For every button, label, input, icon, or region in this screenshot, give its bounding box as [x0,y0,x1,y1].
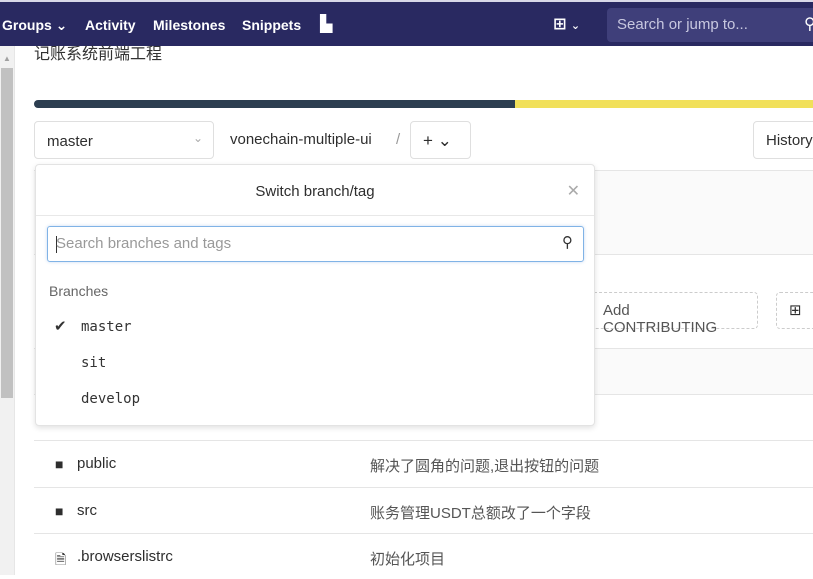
add-file-button[interactable]: + ⌄ [410,121,471,159]
file-name[interactable]: public [77,455,116,472]
close-icon[interactable]: ✕ [567,181,580,201]
commit-message[interactable]: 账务管理USDT总额改了一个字段 [370,502,591,523]
history-button[interactable]: History [753,121,813,159]
check-icon: ✔ [54,318,67,335]
branches-section-label: Branches [49,283,109,299]
project-description: 记账系统前端工程 [34,46,163,63]
search-icon: ⚲ [562,234,573,251]
folder-icon: ■ [55,503,64,519]
folder-icon: ■ [55,456,64,472]
table-row[interactable]: ■ src 账务管理USDT总额改了一个字段 [34,487,813,533]
search-icon: ⚲ [804,16,813,33]
branch-item-sit[interactable]: sit [81,355,106,371]
branch-select-value: master [47,133,93,150]
table-row[interactable]: 🗎 .browserslistrc 初始化项目 [34,533,813,579]
file-icon: 🗎 [55,551,67,567]
language-bar-vue[interactable] [34,100,515,108]
scrollbar[interactable]: ▲ [0,46,15,575]
file-name[interactable]: .browserslistrc [77,548,173,565]
add-other-button[interactable]: ⊞ [776,292,813,329]
chevron-down-icon: ⌄ [192,131,203,145]
branch-item-master[interactable]: master [81,319,132,335]
branch-item-develop[interactable]: develop [81,391,140,407]
search-input[interactable]: Search or jump to... ⚲ [607,8,813,42]
scroll-up-icon[interactable]: ▲ [3,54,11,63]
language-bar-js[interactable] [515,100,813,108]
commit-message[interactable]: 解决了圆角的问题,退出按钮的问题 [370,455,599,476]
nav-milestones[interactable]: Milestones [153,17,225,33]
file-name[interactable]: src [77,502,97,519]
plus-square-icon: ⊞ [789,302,802,319]
dropdown-title: Switch branch/tag [36,165,594,216]
add-contributing-button[interactable]: Add CONTRIBUTING [590,292,758,336]
repo-path[interactable]: vonechain-multiple-ui [230,131,372,148]
search-placeholder: Search or jump to... [617,16,748,33]
path-separator: / [396,131,401,148]
branch-search-input[interactable]: Search branches and tags ⚲ [47,226,584,262]
nav-activity[interactable]: Activity [85,17,136,33]
scrollbar-thumb[interactable] [1,68,13,398]
nav-snippets[interactable]: Snippets [242,17,301,33]
chart-icon[interactable]: ▙ [320,14,332,34]
branch-search-placeholder: Search branches and tags [56,235,232,252]
commit-message[interactable]: 初始化项目 [370,548,445,569]
branch-select[interactable]: master ⌄ [34,121,214,159]
switch-branch-dropdown: Switch branch/tag ✕ Search branches and … [35,164,595,426]
nav-groups[interactable]: Groups ⌄ [2,17,67,34]
plus-square-icon[interactable]: ⊞ ⌄ [553,14,580,34]
table-row[interactable]: ■ public 解决了圆角的问题,退出按钮的问题 [34,440,813,486]
